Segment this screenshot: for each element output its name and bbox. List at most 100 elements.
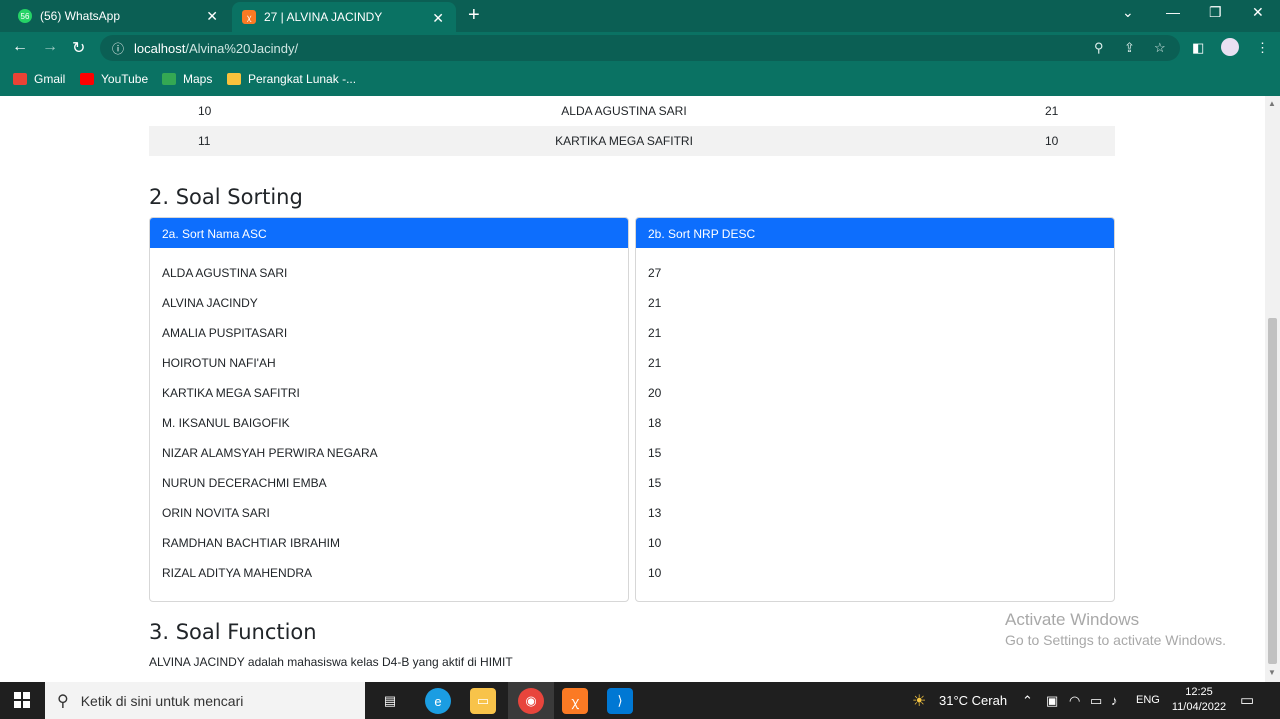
list-item: RAMDHAN BACHTIAR IBRAHIM <box>162 536 341 550</box>
watermark-subtitle: Go to Settings to activate Windows. <box>1005 632 1226 648</box>
list-item: RIZAL ADITYA MAHENDRA <box>162 566 313 580</box>
clock-time: 12:25 <box>1185 686 1213 698</box>
url-host: localhost <box>134 40 186 56</box>
new-tab-icon[interactable]: + <box>468 4 480 27</box>
bookmark-maps[interactable]: Maps <box>162 72 212 86</box>
tab-title: (56) WhatsApp <box>40 9 121 23</box>
maps-icon <box>162 73 176 85</box>
list-item: 20 <box>648 386 662 400</box>
card-header: 2b. Sort NRP DESC <box>636 218 1114 248</box>
bookmark-youtube[interactable]: YouTube <box>80 72 148 86</box>
xampp-taskbar-icon[interactable]: ꭓ <box>562 688 588 714</box>
list-item: ALDA AGUSTINA SARI <box>162 266 288 280</box>
back-icon[interactable]: ← <box>12 38 28 56</box>
close-tab-icon[interactable]: ✕ <box>206 8 218 25</box>
list-item: 13 <box>648 506 662 520</box>
weather-text[interactable]: 31°C Cerah <box>939 693 1007 708</box>
scroll-up-icon[interactable]: ▲ <box>1268 99 1276 108</box>
activate-windows-watermark: Activate Windows Go to Settings to activ… <box>1005 610 1226 648</box>
address-bar[interactable]: ⓘ localhost /Alvina%20Jacindy/ <box>100 35 1180 61</box>
cell-name: ALDA AGUSTINA SARI <box>561 104 687 118</box>
menu-icon[interactable]: ⋮ <box>1256 40 1269 56</box>
table-row: 10 ALDA AGUSTINA SARI 21 <box>149 96 1115 126</box>
tab-strip: 56 (56) WhatsApp ✕ ꭓ 27 | ALVINA JACINDY… <box>0 0 1280 32</box>
forward-icon[interactable]: → <box>42 38 58 56</box>
youtube-icon <box>80 73 94 85</box>
bookmarks-bar: Gmail YouTube Maps Perangkat Lunak -... <box>0 64 1280 96</box>
chrome-icon[interactable]: ◉ <box>518 688 544 714</box>
taskbar-search-box[interactable]: ⚲ Ketik di sini untuk mencari <box>45 682 365 719</box>
page-content: 10 ALDA AGUSTINA SARI 21 11 KARTIKA MEGA… <box>0 96 1265 682</box>
minimize-icon[interactable]: — <box>1166 4 1180 20</box>
list-item: ALVINA JACINDY <box>162 296 258 310</box>
list-item: 21 <box>648 326 662 340</box>
windows-start-icon[interactable] <box>14 692 30 708</box>
scroll-down-icon[interactable]: ▼ <box>1268 668 1276 677</box>
bookmark-label: YouTube <box>101 72 149 86</box>
cell-nrp: 21 <box>1045 104 1059 118</box>
folder-icon <box>227 73 241 85</box>
cell-name: KARTIKA MEGA SAFITRI <box>555 134 693 148</box>
list-item: 27 <box>648 266 662 280</box>
restore-icon[interactable]: ❐ <box>1209 4 1222 21</box>
share-icon[interactable]: ⇪ <box>1124 40 1135 56</box>
edge-icon[interactable]: e <box>425 688 451 714</box>
tray-overflow-icon[interactable]: ⌃ <box>1022 693 1033 709</box>
reload-icon[interactable]: ↻ <box>72 38 85 58</box>
bookmark-star-icon[interactable]: ☆ <box>1154 40 1166 56</box>
clock-date: 11/04/2022 <box>1171 701 1227 713</box>
table-row: 11 KARTIKA MEGA SAFITRI 10 <box>149 126 1115 156</box>
volume-icon[interactable]: ♪ <box>1111 693 1118 708</box>
system-clock[interactable]: 12:25 11/04/2022 <box>1166 685 1232 715</box>
tab-whatsapp[interactable]: 56 (56) WhatsApp ✕ <box>8 0 230 32</box>
windows-taskbar: ⚲ Ketik di sini untuk mencari ▤ e ▭ ◉ ꭓ … <box>0 682 1280 719</box>
list-item: 15 <box>648 446 662 460</box>
gmail-icon <box>13 73 27 85</box>
weather-icon: ☀ <box>912 693 927 710</box>
meet-icon[interactable]: ▣ <box>1046 693 1058 709</box>
zoom-icon[interactable]: ⚲ <box>1094 40 1104 56</box>
close-window-icon[interactable]: ✕ <box>1252 4 1264 21</box>
wifi-icon[interactable]: ◠ <box>1069 693 1080 709</box>
battery-icon[interactable]: ▭ <box>1090 693 1102 709</box>
whatsapp-icon: 56 <box>18 9 32 23</box>
file-explorer-icon[interactable]: ▭ <box>470 688 496 714</box>
card-header: 2a. Sort Nama ASC <box>150 218 628 248</box>
list-item: 21 <box>648 356 662 370</box>
vscode-icon[interactable]: ⟩ <box>607 688 633 714</box>
search-placeholder: Ketik di sini untuk mencari <box>80 692 244 709</box>
list-nama-asc: ALDA AGUSTINA SARI ALVINA JACINDY AMALIA… <box>150 248 628 588</box>
list-item: M. IKSANUL BAIGOFIK <box>162 416 290 430</box>
list-item: 18 <box>648 416 662 430</box>
function-output: ALVINA JACINDY adalah mahasiswa kelas D4… <box>149 655 513 669</box>
list-item: NIZAR ALAMSYAH PERWIRA NEGARA <box>162 446 378 460</box>
search-icon: ⚲ <box>57 692 69 710</box>
tab-active-page[interactable]: ꭓ 27 | ALVINA JACINDY ✕ <box>232 2 456 32</box>
card-sort-nrp-desc: 2b. Sort NRP DESC 27 21 21 21 20 18 15 1… <box>635 217 1115 602</box>
list-item: AMALIA PUSPITASARI <box>162 326 288 340</box>
bookmark-gmail[interactable]: Gmail <box>13 72 65 86</box>
site-info-icon[interactable]: ⓘ <box>112 40 124 57</box>
list-item: NURUN DECERACHMI EMBA <box>162 476 327 490</box>
scrollbar-thumb[interactable] <box>1268 318 1277 664</box>
section-heading-function: 3. Soal Function <box>149 620 317 644</box>
list-item: 10 <box>648 566 662 580</box>
profile-avatar[interactable] <box>1221 38 1239 56</box>
language-indicator[interactable]: ENG <box>1136 694 1160 706</box>
watermark-title: Activate Windows <box>1005 610 1140 629</box>
list-item: 10 <box>648 536 662 550</box>
cell-nrp: 10 <box>1045 134 1059 148</box>
bookmark-perangkat-lunak[interactable]: Perangkat Lunak -... <box>227 72 356 86</box>
bookmark-label: Perangkat Lunak -... <box>248 72 357 86</box>
tab-title: 27 | ALVINA JACINDY <box>264 10 383 24</box>
list-item: ORIN NOVITA SARI <box>162 506 270 520</box>
side-panel-icon[interactable]: ◧ <box>1192 40 1204 56</box>
close-tab-icon[interactable]: ✕ <box>432 10 444 27</box>
list-item: 21 <box>648 296 662 310</box>
xampp-icon: ꭓ <box>242 10 256 24</box>
notification-icon[interactable]: ▭ <box>1240 691 1254 709</box>
section-heading-sorting: 2. Soal Sorting <box>149 185 303 209</box>
tab-search-icon[interactable]: ⌄ <box>1122 4 1134 21</box>
task-view-icon[interactable]: ▤ <box>377 688 403 714</box>
bookmark-label: Gmail <box>34 72 66 86</box>
